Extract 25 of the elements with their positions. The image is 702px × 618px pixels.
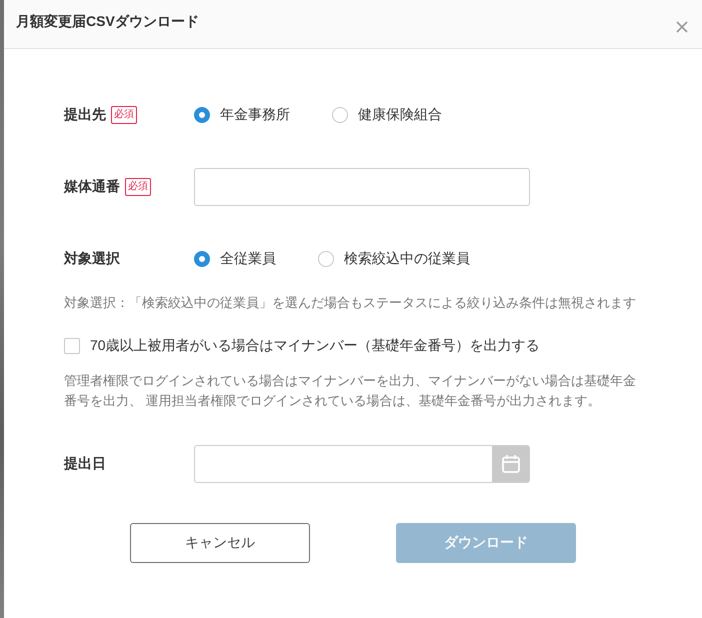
help-text: 管理者権限でログインされている場合はマイナンバーを出力、マイナンバーがない場合は基礎年金番号を出力、 運用担当者権限でログインされている場合は、基礎年金番号が出力されます。 <box>64 372 637 410</box>
checkbox-label[interactable]: 70歳以上被用者がいる場合はマイナンバー（基礎年金番号）を出力する <box>90 337 540 355</box>
radio-label[interactable]: 年金事務所 <box>220 106 290 124</box>
date-field[interactable] <box>194 445 530 483</box>
close-icon[interactable] <box>676 21 688 33</box>
radio-button[interactable] <box>194 251 210 267</box>
input-field[interactable] <box>194 168 530 206</box>
radio-label[interactable]: 検索絞込中の従業員 <box>344 250 470 268</box>
radio-label[interactable]: 全従業員 <box>220 250 276 268</box>
checkbox[interactable] <box>64 338 80 354</box>
field-label: 提出日 <box>64 455 106 473</box>
calendar-button[interactable] <box>492 446 529 482</box>
radio-button[interactable] <box>194 107 210 123</box>
field-label: 提出先 <box>64 106 106 124</box>
field-label: 媒体通番 <box>64 178 120 196</box>
cancel-button[interactable]: キャンセル <box>130 523 310 563</box>
dialog-title: 月額変更届CSVダウンロード <box>16 13 199 31</box>
radio-button[interactable] <box>318 251 334 267</box>
radio-button[interactable] <box>332 107 348 123</box>
calendar-icon <box>500 454 520 474</box>
required-badge: 必須 <box>111 106 137 124</box>
radio-label[interactable]: 健康保険組合 <box>358 106 442 124</box>
required-badge: 必須 <box>125 178 151 196</box>
help-text: 対象選択：「検索絞込中の従業員」を選んだ場合もステータスによる絞り込み条件は無視されます <box>64 294 637 312</box>
field-label: 対象選択 <box>64 250 120 268</box>
